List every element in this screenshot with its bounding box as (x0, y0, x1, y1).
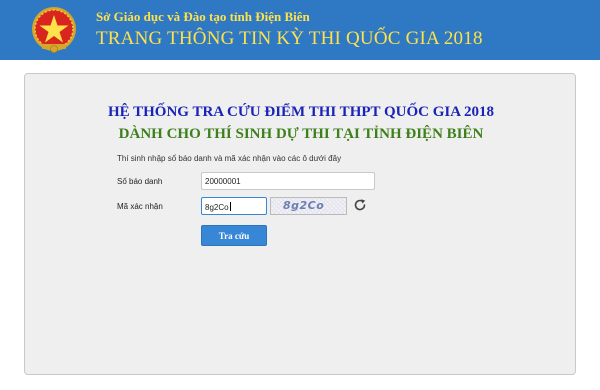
sbd-label: Số báo danh (117, 177, 163, 186)
captcha-label: Mã xác nhận (117, 202, 163, 211)
national-emblem-icon (32, 7, 76, 53)
captcha-input[interactable]: 8g2Co (201, 197, 267, 215)
org-name: Sở Giáo dục và Đào tạo tỉnh Điện Biên (96, 9, 310, 24)
lookup-panel: HỆ THỐNG TRA CỨU ĐIỂM THI THPT QUỐC GIA … (24, 73, 576, 375)
captcha-image-text: 8g2Co (283, 199, 325, 212)
instruction-text: Thí sinh nhập số báo danh và mã xác nhận… (117, 154, 342, 163)
captcha-input-value: 8g2Co (205, 203, 229, 212)
refresh-icon[interactable] (353, 198, 367, 212)
site-title: TRANG THÔNG TIN KỲ THI QUỐC GIA 2018 (96, 28, 483, 49)
site-header: Sở Giáo dục và Đào tạo tỉnh Điện Biên TR… (0, 0, 600, 60)
sbd-input-value: 20000001 (205, 177, 241, 186)
submit-button[interactable]: Tra cứu (201, 225, 267, 246)
page-subheading: DÀNH CHO THÍ SINH DỰ THI TẠI TỈNH ĐIỆN B… (118, 126, 484, 142)
captcha-image: 8g2Co (270, 197, 347, 215)
text-caret (229, 202, 231, 211)
sbd-input[interactable]: 20000001 (201, 172, 375, 190)
page-heading: HỆ THỐNG TRA CỨU ĐIỂM THI THPT QUỐC GIA … (107, 104, 495, 120)
